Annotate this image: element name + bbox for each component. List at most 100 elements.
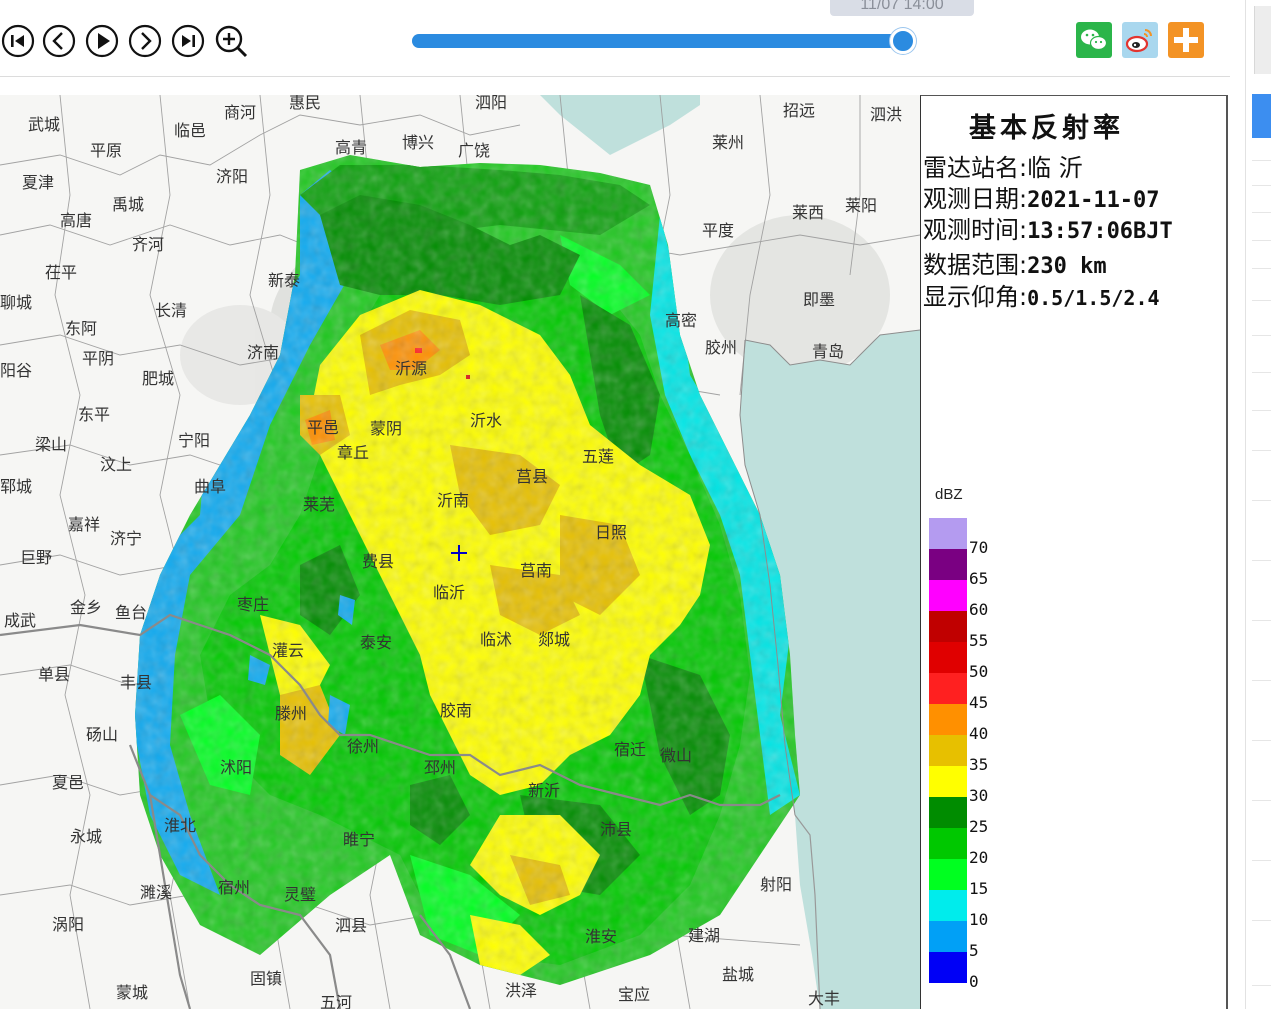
station-label: 雷达站名: xyxy=(923,154,1028,182)
time-value: 13:57:06BJT xyxy=(1027,219,1173,244)
divider xyxy=(1252,860,1271,861)
legend-swatch xyxy=(929,797,967,828)
place-label: 莱州 xyxy=(712,133,745,152)
legend-level: 40 xyxy=(969,724,989,743)
place-label: 灌云 xyxy=(272,641,305,660)
date-label: 观测日期: xyxy=(923,185,1028,213)
place-label: 费县 xyxy=(362,552,395,571)
scrollbar-track-top[interactable] xyxy=(1254,6,1271,74)
place-label: 梁山 xyxy=(35,435,68,454)
legend-level: 35 xyxy=(969,755,989,774)
place-label: 盐城 xyxy=(722,965,755,984)
place-label: 淮安 xyxy=(585,927,618,946)
place-label: 新沂 xyxy=(528,781,561,800)
legend-swatch xyxy=(929,921,967,952)
place-label: 泗县 xyxy=(335,916,368,935)
place-label: 济阳 xyxy=(216,167,249,186)
divider xyxy=(1252,335,1271,336)
legend-level: 0 xyxy=(969,972,979,991)
range-value: 230 km xyxy=(1027,254,1107,279)
place-label: 济宁 xyxy=(110,529,143,548)
divider xyxy=(1252,500,1271,501)
place-label: 永城 xyxy=(70,827,103,846)
place-label: 莒县 xyxy=(516,467,549,486)
place-label: 固镇 xyxy=(250,969,283,988)
place-label: 广饶 xyxy=(458,141,491,160)
slider-handle[interactable] xyxy=(890,28,917,54)
place-label: 高密 xyxy=(665,311,698,330)
divider xyxy=(1252,185,1271,186)
plus-share-icon[interactable] xyxy=(1168,22,1204,58)
scrollbar-thumb[interactable] xyxy=(1252,94,1271,138)
place-label: 蒙阴 xyxy=(370,419,403,438)
place-label: 宁阳 xyxy=(178,431,211,450)
legend-level: 55 xyxy=(969,631,989,650)
place-label: 莒南 xyxy=(520,561,553,580)
place-label: 平度 xyxy=(702,221,735,240)
divider xyxy=(1252,410,1271,411)
chevron-right-icon[interactable] xyxy=(128,24,162,58)
place-label: 丰县 xyxy=(120,673,153,692)
range-label: 数据范围: xyxy=(923,251,1028,279)
time-row: 观测时间:13:57:06BJT xyxy=(923,218,1173,243)
legend-swatch xyxy=(929,642,967,673)
place-label: 泰安 xyxy=(360,633,393,652)
place-label: 惠民 xyxy=(289,95,322,112)
legend-level: 15 xyxy=(969,879,989,898)
place-label: 平邑 xyxy=(307,418,340,437)
place-label: 博兴 xyxy=(402,133,435,152)
place-label: 泗阳 xyxy=(475,95,508,112)
place-label: 高唐 xyxy=(60,211,93,230)
place-label: 洪泽 xyxy=(505,981,538,1000)
legend-swatch xyxy=(929,828,967,859)
time-tooltip: 11/07 14:00 xyxy=(830,0,974,16)
place-label: 大丰 xyxy=(808,989,841,1008)
divider xyxy=(1252,920,1271,921)
place-label: 沂源 xyxy=(395,359,428,378)
place-label: 曲阜 xyxy=(194,477,227,496)
place-label: 建湖 xyxy=(688,926,721,945)
place-label: 章丘 xyxy=(337,443,370,462)
place-label: 日照 xyxy=(595,523,628,542)
divider xyxy=(1252,450,1271,451)
place-label: 夏津 xyxy=(22,173,55,192)
place-label: 滕州 xyxy=(275,704,308,723)
place-label: 夏邑 xyxy=(52,773,85,792)
skip-first-icon[interactable] xyxy=(1,24,35,58)
date-row: 观测日期:2021-11-07 xyxy=(923,187,1160,212)
legend-level: 45 xyxy=(969,693,989,712)
place-label: 宝应 xyxy=(618,985,651,1004)
product-title: 基本反射率 xyxy=(969,113,1124,144)
place-label: 微山 xyxy=(660,746,693,765)
legend-level: 25 xyxy=(969,817,989,836)
legend-level: 10 xyxy=(969,910,989,929)
legend-swatch xyxy=(929,673,967,704)
place-label: 睢宁 xyxy=(343,830,376,849)
place-label: 郓城 xyxy=(0,477,33,496)
legend-swatch xyxy=(929,580,967,611)
divider xyxy=(1252,212,1271,213)
zoom-in-icon[interactable] xyxy=(214,24,248,58)
skip-last-icon[interactable] xyxy=(171,24,205,58)
place-label: 鱼台 xyxy=(115,603,148,622)
time-label: 观测时间: xyxy=(923,216,1028,244)
place-label: 肥城 xyxy=(142,369,175,388)
place-label: 沭阳 xyxy=(220,758,253,777)
chevron-left-icon[interactable] xyxy=(42,24,76,58)
elevation-value: 0.5/1.5/2.4 xyxy=(1027,286,1160,310)
wechat-icon[interactable] xyxy=(1076,22,1112,58)
legend-level: 60 xyxy=(969,600,989,619)
place-label: 成武 xyxy=(4,611,37,630)
divider xyxy=(1252,372,1271,373)
radar-map[interactable]: 武城 平原 夏津 禹城 高唐 齐河 济阳 茌平 聊城 东阿 长清 平阴 肥城 阳谷 东平 梁山 汶上 宁阳 曲阜 郓城… xyxy=(0,95,920,1009)
legend-level: 50 xyxy=(969,662,989,681)
timeline-slider[interactable] xyxy=(412,28,917,54)
play-icon[interactable] xyxy=(85,24,119,58)
place-label: 郯城 xyxy=(538,630,571,649)
place-label: 宿迁 xyxy=(614,740,647,759)
weibo-icon[interactable] xyxy=(1122,22,1158,58)
legend-swatch xyxy=(929,611,967,642)
date-value: 2021-11-07 xyxy=(1027,188,1160,213)
divider xyxy=(1252,985,1271,986)
radar-site-marker xyxy=(450,544,468,562)
